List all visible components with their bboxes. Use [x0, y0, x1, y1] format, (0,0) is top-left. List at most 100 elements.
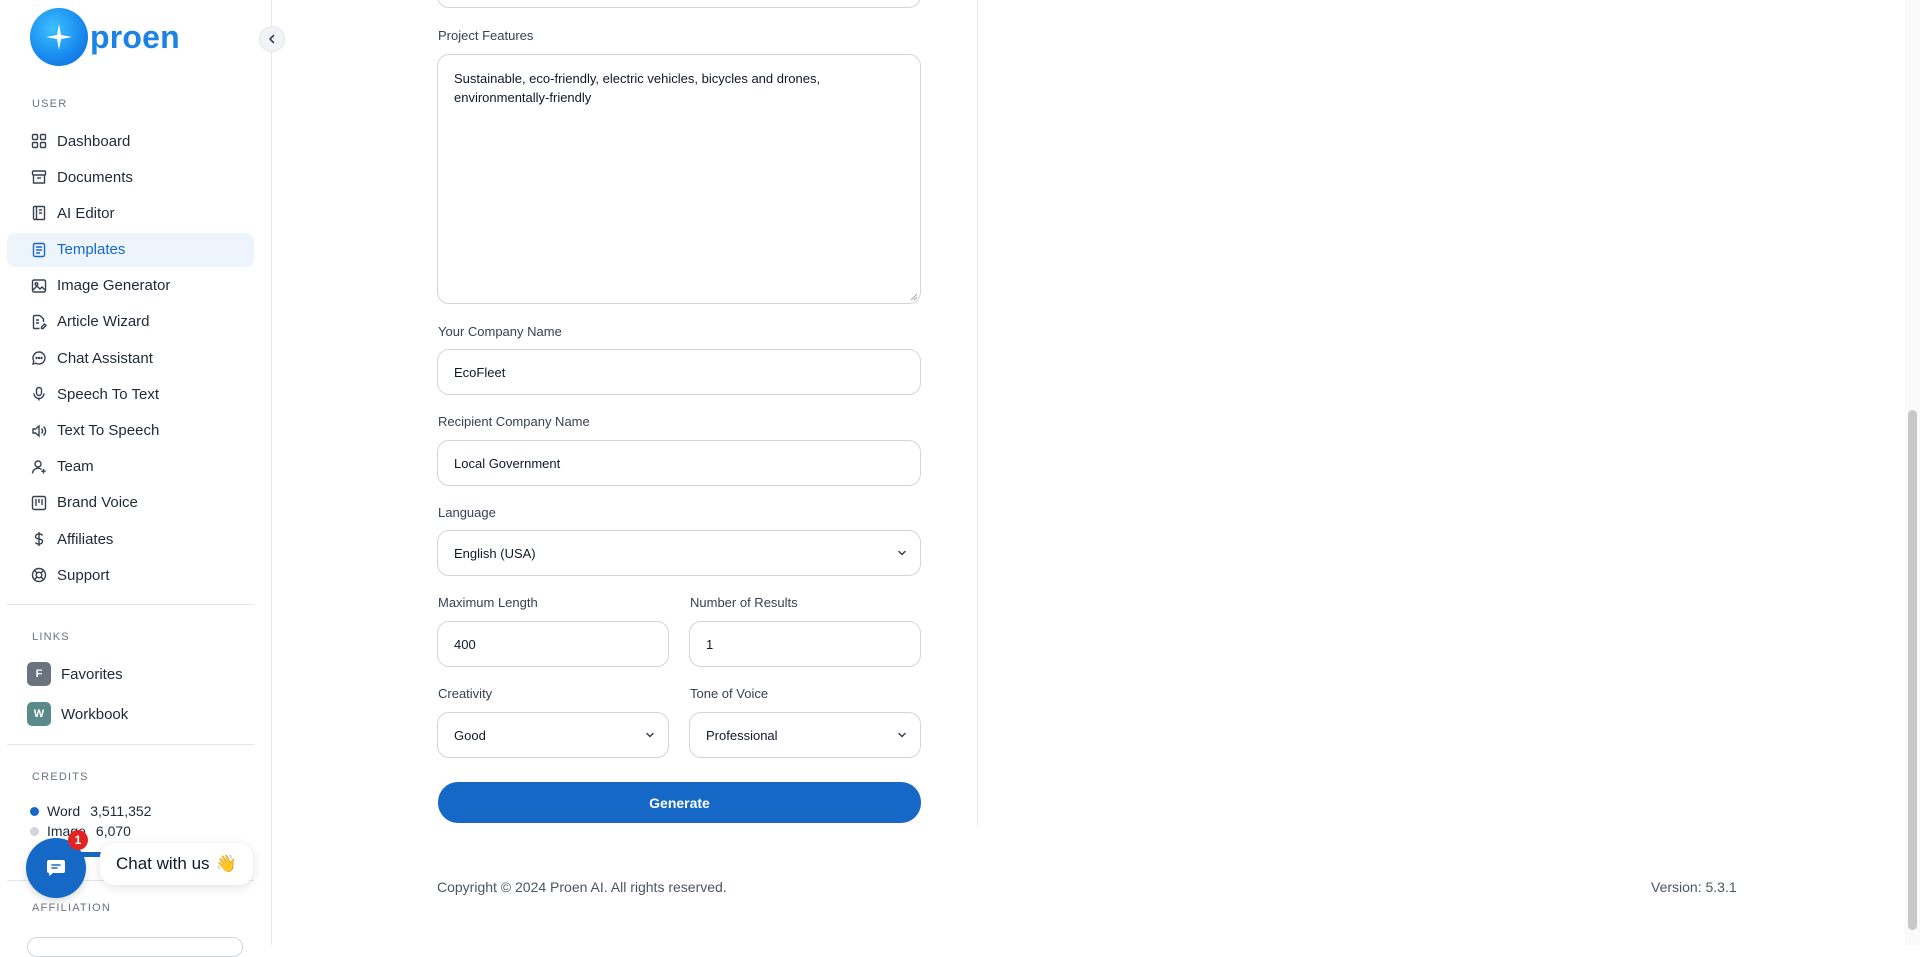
- sidebar-item-ai-editor[interactable]: AI Editor: [7, 196, 254, 230]
- user-plus-icon: [30, 458, 48, 476]
- creativity-label: Creativity: [438, 686, 493, 701]
- sidebar-divider: [7, 604, 254, 605]
- sidebar-item-documents[interactable]: Documents: [7, 160, 254, 194]
- grid-icon: [30, 132, 48, 150]
- language-value: English (USA): [454, 545, 536, 561]
- section-label-links: LINKS: [32, 631, 70, 643]
- board-icon: [30, 494, 48, 512]
- link-badge: W: [27, 702, 51, 726]
- credit-row-word: Word 3,511,352: [30, 803, 151, 819]
- section-label-affiliation: AFFILIATION: [32, 902, 112, 914]
- chat-bubble-label: Chat with us: [116, 854, 210, 873]
- sidebar-item-label: Brand Voice: [57, 494, 138, 512]
- sidebar-item-affiliates[interactable]: Affiliates: [7, 522, 254, 556]
- sidebar-item-label: Speech To Text: [57, 385, 160, 403]
- tone-label: Tone of Voice: [690, 686, 769, 701]
- recipient-company-input[interactable]: Local Government: [437, 440, 921, 486]
- chevron-down-icon: [646, 732, 654, 738]
- recipient-company-value: Local Government: [454, 455, 561, 471]
- chat-icon: [47, 860, 65, 876]
- language-label: Language: [438, 505, 496, 520]
- section-label-credits: CREDITS: [32, 771, 89, 783]
- recipient-company-label: Recipient Company Name: [438, 414, 590, 429]
- link-label: Favorites: [61, 665, 123, 683]
- sidebar-item-team[interactable]: Team: [7, 450, 254, 484]
- tone-value: Professional: [706, 727, 778, 743]
- sidebar-item-templates[interactable]: Templates: [7, 232, 254, 267]
- chat-with-us-bubble[interactable]: Chat with us 👋: [100, 843, 253, 885]
- sidebar-item-text-to-speech[interactable]: Text To Speech: [7, 414, 254, 448]
- brand-name: proen: [90, 18, 180, 55]
- link-favorites[interactable]: F Favorites: [27, 662, 123, 686]
- image-icon: [30, 277, 48, 295]
- chevron-down-icon: [898, 550, 906, 556]
- waving-hand-icon: 👋: [215, 854, 237, 873]
- sidebar-item-label: Image Generator: [57, 277, 171, 295]
- num-results-value: 1: [706, 636, 714, 652]
- num-results-input[interactable]: 1: [689, 621, 921, 667]
- footer-copyright: Copyright © 2024 Proen AI. All rights re…: [437, 879, 727, 895]
- sidebar-item-support[interactable]: Support: [7, 558, 254, 592]
- credit-value: 3,511,352: [90, 803, 152, 819]
- sidebar-item-speech-to-text[interactable]: Speech To Text: [7, 377, 254, 411]
- sidebar: proen USER Dashboard Documents AI Editor: [0, 0, 272, 957]
- num-results-label: Number of Results: [690, 595, 798, 610]
- footer-version: Version: 5.3.1: [1651, 879, 1737, 895]
- project-features-label: Project Features: [438, 28, 534, 43]
- generate-button[interactable]: Generate: [438, 782, 921, 823]
- sidebar-item-label: Templates: [57, 241, 126, 259]
- company-name-input[interactable]: EcoFleet: [437, 349, 921, 395]
- file-text-icon: [30, 241, 48, 259]
- panel-divider: [977, 0, 978, 825]
- chat-bubble-icon: [30, 349, 48, 367]
- notebook-icon: [30, 204, 48, 222]
- collapse-sidebar-button[interactable]: [259, 26, 285, 52]
- sidebar-item-label: Affiliates: [57, 530, 114, 548]
- company-name-label: Your Company Name: [438, 324, 562, 339]
- sidebar-item-label: Article Wizard: [57, 313, 150, 331]
- sidebar-item-label: Team: [57, 458, 94, 476]
- chevron-down-icon: [898, 732, 906, 738]
- file-edit-icon: [30, 313, 48, 331]
- speaker-icon: [30, 422, 48, 440]
- sidebar-item-label: Chat Assistant: [57, 349, 153, 367]
- max-length-input[interactable]: 400: [437, 621, 669, 667]
- link-badge: F: [27, 662, 51, 686]
- creativity-select[interactable]: Good: [437, 712, 669, 758]
- credit-label: Word: [47, 803, 81, 819]
- dollar-icon: [30, 530, 48, 548]
- sidebar-item-dashboard[interactable]: Dashboard: [7, 124, 254, 158]
- chevron-left-icon: [269, 34, 275, 44]
- project-features-value: Sustainable, eco-friendly, electric vehi…: [454, 71, 821, 105]
- microphone-icon: [30, 385, 48, 403]
- resize-grip-icon[interactable]: [910, 293, 918, 301]
- sidebar-item-label: Support: [57, 566, 110, 584]
- sidebar-nav: Dashboard Documents AI Editor Templates …: [7, 124, 254, 594]
- section-label-user: USER: [32, 98, 68, 110]
- link-workbook[interactable]: W Workbook: [27, 702, 128, 726]
- page-scrollbar-thumb[interactable]: [1908, 410, 1917, 930]
- link-label: Workbook: [61, 705, 129, 723]
- language-select[interactable]: English (USA): [437, 530, 921, 576]
- previous-textarea[interactable]: [437, 0, 921, 8]
- max-length-label: Maximum Length: [438, 595, 538, 610]
- affiliation-box[interactable]: [27, 937, 243, 957]
- sidebar-item-brand-voice[interactable]: Brand Voice: [7, 486, 254, 520]
- max-length-value: 400: [454, 636, 476, 652]
- sidebar-divider: [7, 744, 254, 745]
- company-name-value: EcoFleet: [454, 364, 506, 380]
- sidebar-item-chat-assistant[interactable]: Chat Assistant: [7, 341, 254, 375]
- creativity-value: Good: [454, 727, 486, 743]
- sidebar-item-image-generator[interactable]: Image Generator: [7, 269, 254, 303]
- sidebar-item-article-wizard[interactable]: Article Wizard: [7, 305, 254, 339]
- sidebar-item-label: Documents: [57, 168, 133, 186]
- credit-dot: [30, 826, 39, 836]
- sidebar-item-label: Text To Speech: [57, 422, 160, 439]
- project-features-textarea[interactable]: Sustainable, eco-friendly, electric vehi…: [437, 54, 921, 304]
- credit-value: 6,070: [95, 823, 131, 839]
- archive-icon: [30, 168, 48, 186]
- sparkle-logo-icon: [30, 8, 88, 66]
- tone-select[interactable]: Professional: [689, 712, 921, 758]
- brand-logo[interactable]: proen: [30, 8, 180, 66]
- sidebar-item-label: Dashboard: [57, 132, 131, 150]
